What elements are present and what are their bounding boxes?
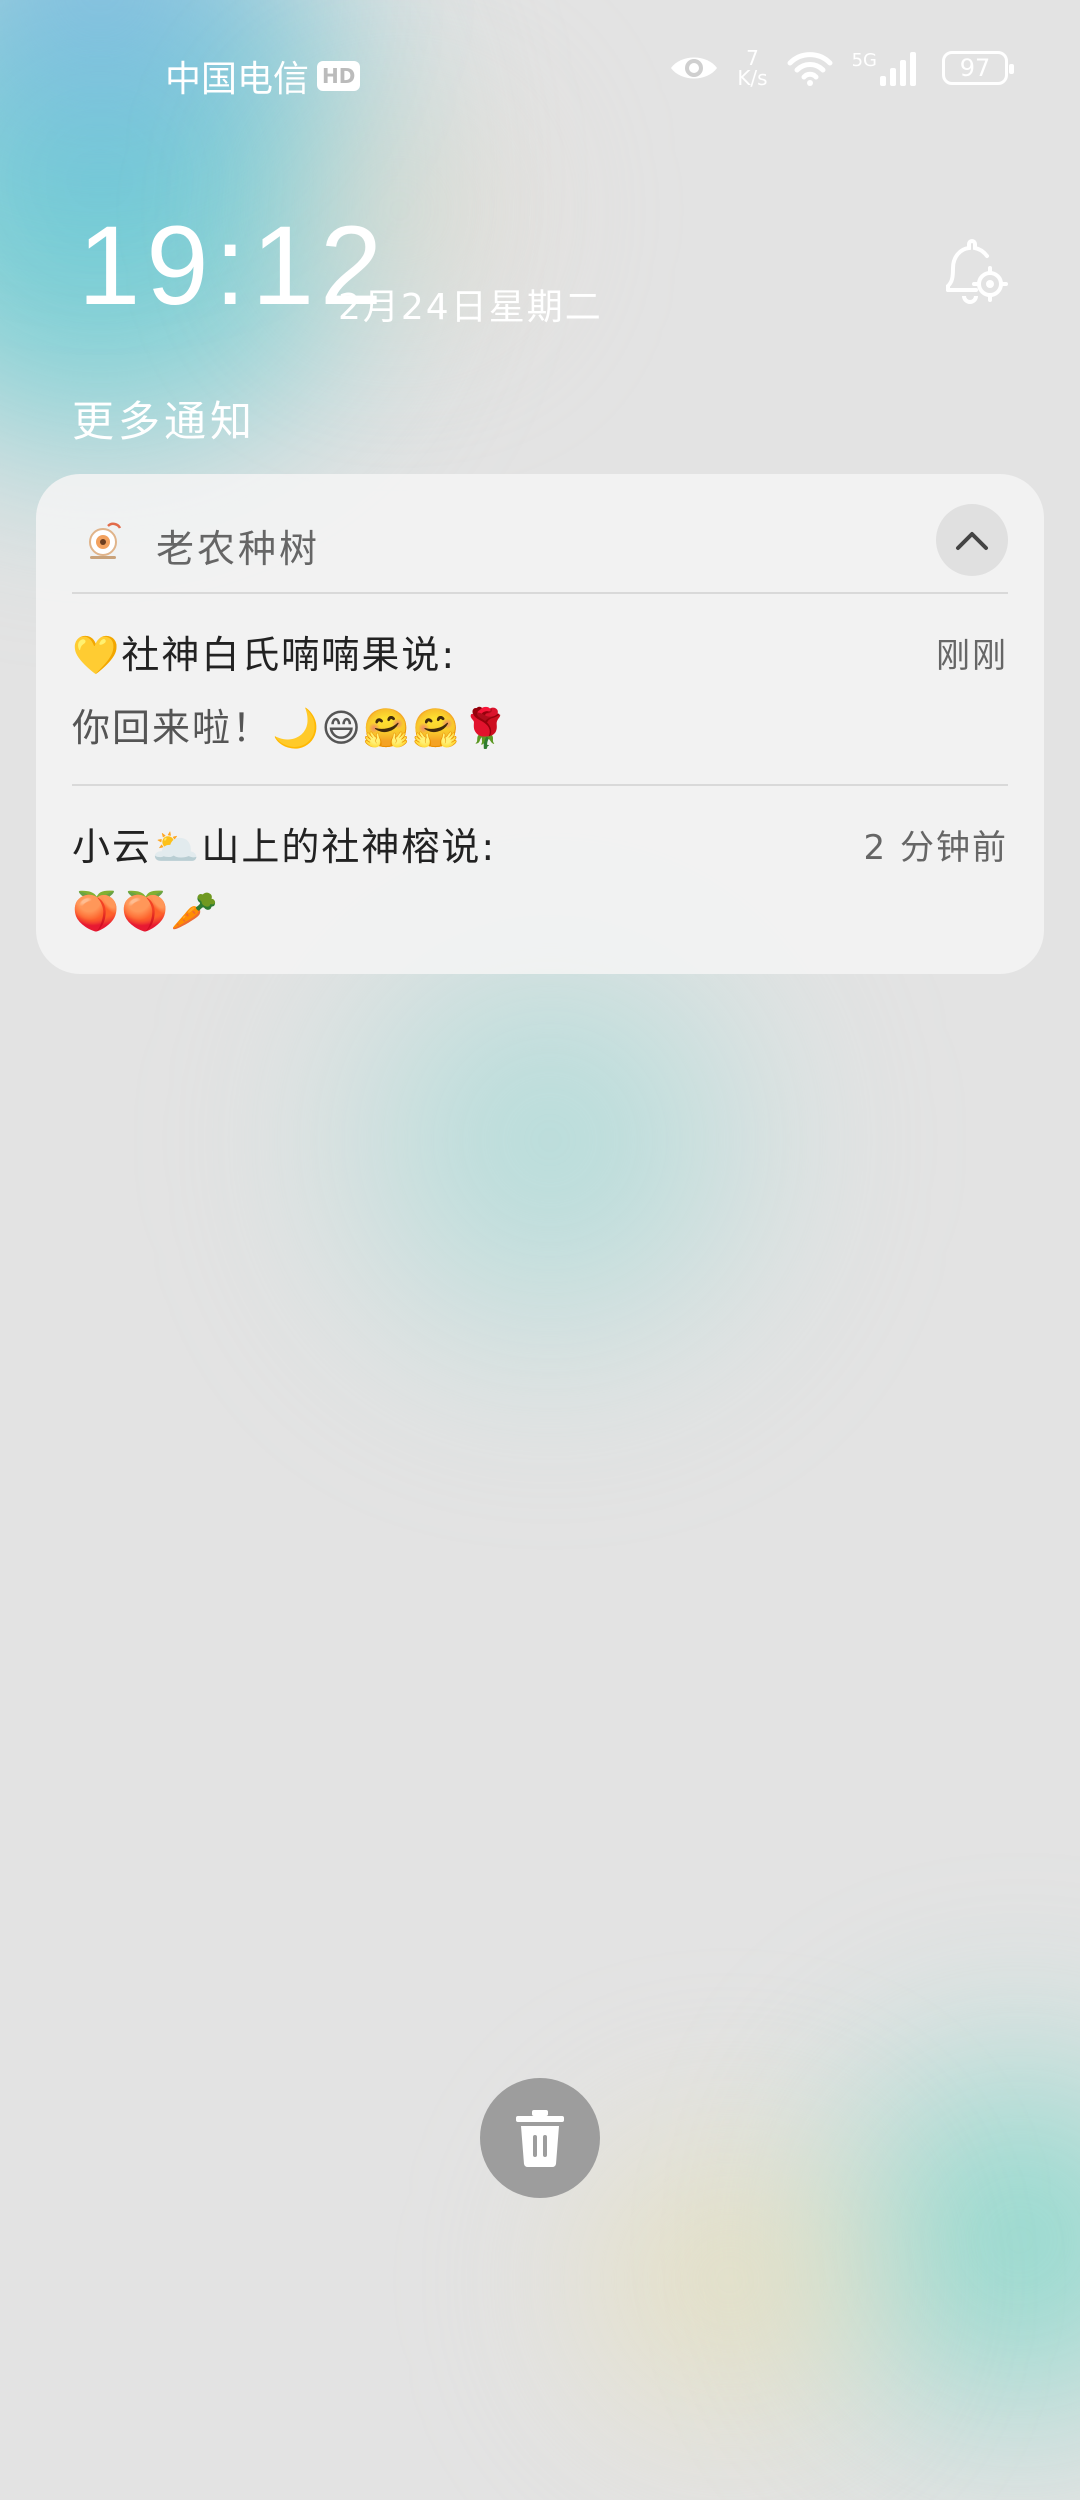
notification-message[interactable]: 小云🌥️山上的社神榕说: 2 分钟前 🍑🍑🥕	[72, 816, 1008, 934]
message-text: 🍑🍑🥕	[72, 889, 220, 933]
eye-icon	[671, 57, 718, 79]
status-icons: 7 K/s 5G 97	[669, 48, 1014, 88]
message-time: 刚刚	[936, 636, 1008, 676]
bell-settings-icon[interactable]	[936, 238, 1008, 310]
chevron-up-icon	[956, 532, 988, 550]
speed-unit: K/s	[737, 66, 768, 90]
lockscreen-date: 2月24日星期二	[338, 287, 603, 328]
battery-level: 97	[959, 54, 991, 82]
network-type: 5G	[851, 50, 877, 71]
app-icon	[89, 522, 122, 559]
message-text: 你回来啦！🌙😄🤗🤗🌹	[72, 706, 511, 750]
clear-notifications-button[interactable]	[480, 2078, 600, 2198]
divider	[72, 592, 1008, 594]
divider	[72, 784, 1008, 786]
collapse-button[interactable]	[936, 504, 1008, 576]
trash-icon	[516, 2110, 564, 2168]
hd-badge: HD	[317, 61, 361, 91]
network-speed: 7 K/s	[737, 48, 767, 88]
app-name: 老农种树	[156, 527, 321, 571]
battery-indicator: 97	[942, 51, 1014, 85]
carrier-name: 中国电信	[165, 59, 310, 100]
message-time: 2 分钟前	[863, 828, 1008, 868]
notification-message[interactable]: 💛社神白氏喃喃果说: 刚刚 你回来啦！🌙😄🤗🤗🌹	[72, 624, 1008, 752]
signal-icon: 5G	[852, 50, 924, 86]
section-title: 更多通知	[72, 397, 257, 446]
carrier-label: 中国电信 HD	[165, 50, 361, 102]
notification-card[interactable]: 老农种树 💛社神白氏喃喃果说: 刚刚 你回来啦！🌙😄🤗🤗🌹 小云🌥️山上的社神榕…	[36, 474, 1044, 974]
message-sender: 💛社神白氏喃喃果说:	[72, 633, 457, 677]
wifi-icon	[787, 52, 833, 86]
speed-value: 7	[746, 46, 759, 70]
notification-header[interactable]: 老农种树	[36, 474, 1044, 592]
